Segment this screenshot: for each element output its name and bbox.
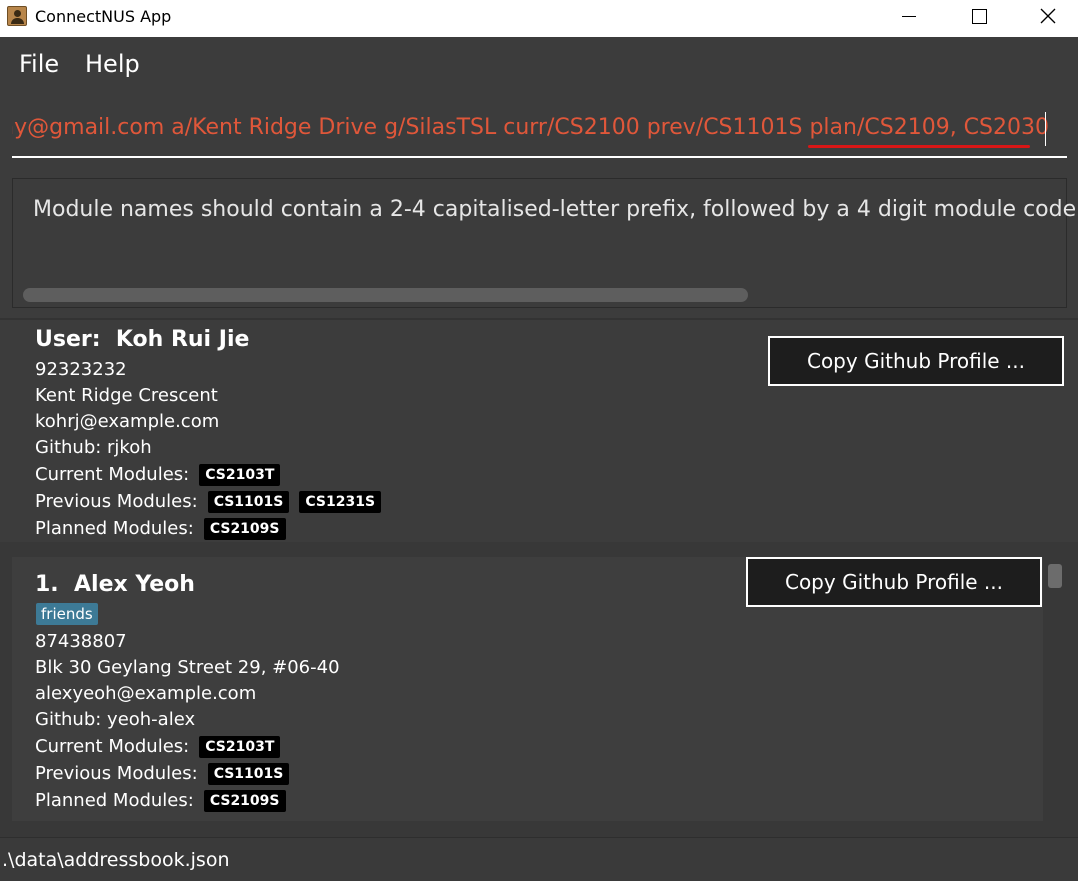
person-email: alexyeoh@example.com — [35, 683, 257, 704]
app-icon — [7, 6, 27, 26]
person-copy-github-button[interactable]: Copy Github Profile ... — [746, 557, 1042, 607]
command-input[interactable]: tay@gmail.com a/Kent Ridge Drive g/Silas… — [12, 104, 1067, 158]
person-phone: 87438807 — [35, 631, 127, 652]
maximize-icon — [971, 8, 987, 24]
user-copy-github-button[interactable]: Copy Github Profile ... — [768, 336, 1064, 386]
user-email: kohrj@example.com — [35, 411, 220, 432]
spellcheck-underline — [808, 145, 1030, 148]
person-name-heading: 1. Alex Yeoh — [35, 572, 195, 597]
minimize-button[interactable] — [886, 0, 932, 32]
module-chip: CS2103T — [199, 464, 281, 486]
window-title: ConnectNUS App — [35, 7, 172, 26]
user-address: Kent Ridge Crescent — [35, 385, 218, 406]
person-tag: friends — [36, 603, 98, 625]
user-github: Github: rjkoh — [35, 437, 152, 458]
current-modules-label: Current Modules: — [35, 464, 190, 485]
menu-file[interactable]: File — [19, 50, 59, 78]
close-icon — [1040, 8, 1056, 24]
module-chip: CS2103T — [199, 736, 281, 758]
person-current-modules: Current Modules: CS2103T — [35, 736, 281, 758]
person-index: 1. — [35, 572, 59, 597]
person-card[interactable]: 1. Alex Yeoh friends 87438807 Blk 30 Gey… — [12, 557, 1043, 821]
user-previous-modules: Previous Modules: CS1101S CS1231S — [35, 491, 382, 513]
previous-modules-label: Previous Modules: — [35, 491, 198, 512]
save-file-path: .\data\addressbook.json — [2, 849, 230, 871]
menu-help[interactable]: Help — [85, 50, 140, 78]
maximize-button[interactable] — [956, 0, 1002, 32]
module-chip: CS2109S — [203, 518, 286, 540]
status-bar: .\data\addressbook.json — [0, 837, 1078, 881]
module-chip: CS1231S — [299, 491, 382, 513]
menu-bar: File Help — [0, 37, 1078, 91]
person-planned-modules: Planned Modules: CS2109S — [35, 790, 286, 812]
person-name: Alex Yeoh — [74, 572, 195, 597]
person-previous-modules: Previous Modules: CS1101S — [35, 763, 290, 785]
person-list: 1. Alex Yeoh friends 87438807 Blk 30 Gey… — [0, 542, 1078, 837]
user-name: Koh Rui Jie — [115, 327, 250, 352]
user-profile-panel: User: Koh Rui Jie 92323232 Kent Ridge Cr… — [0, 318, 1078, 540]
command-input-text: tay@gmail.com a/Kent Ridge Drive g/Silas… — [12, 115, 1049, 140]
module-chip: CS1101S — [207, 491, 290, 513]
title-bar: ConnectNUS App — [0, 0, 1078, 37]
user-current-modules: Current Modules: CS2103T — [35, 464, 281, 486]
planned-modules-label: Planned Modules: — [35, 518, 194, 539]
horizontal-scrollbar[interactable] — [23, 288, 748, 302]
user-planned-modules: Planned Modules: CS2109S — [35, 518, 286, 540]
person-github: Github: yeoh-alex — [35, 709, 196, 730]
module-chip: CS1101S — [207, 763, 290, 785]
result-message: Module names should contain a 2-4 capita… — [33, 197, 1077, 222]
result-display: Module names should contain a 2-4 capita… — [12, 178, 1076, 308]
current-modules-label: Current Modules: — [35, 736, 190, 757]
text-caret — [1045, 112, 1046, 146]
user-phone: 92323232 — [35, 359, 127, 380]
planned-modules-label: Planned Modules: — [35, 790, 194, 811]
close-button[interactable] — [1025, 0, 1071, 32]
person-address: Blk 30 Geylang Street 29, #06-40 — [35, 657, 340, 678]
module-chip: CS2109S — [203, 790, 286, 812]
minimize-icon — [902, 15, 916, 17]
vertical-scrollbar[interactable] — [1048, 564, 1062, 588]
user-name-heading: User: Koh Rui Jie — [35, 327, 249, 352]
previous-modules-label: Previous Modules: — [35, 763, 198, 784]
user-label: User: — [35, 327, 101, 352]
